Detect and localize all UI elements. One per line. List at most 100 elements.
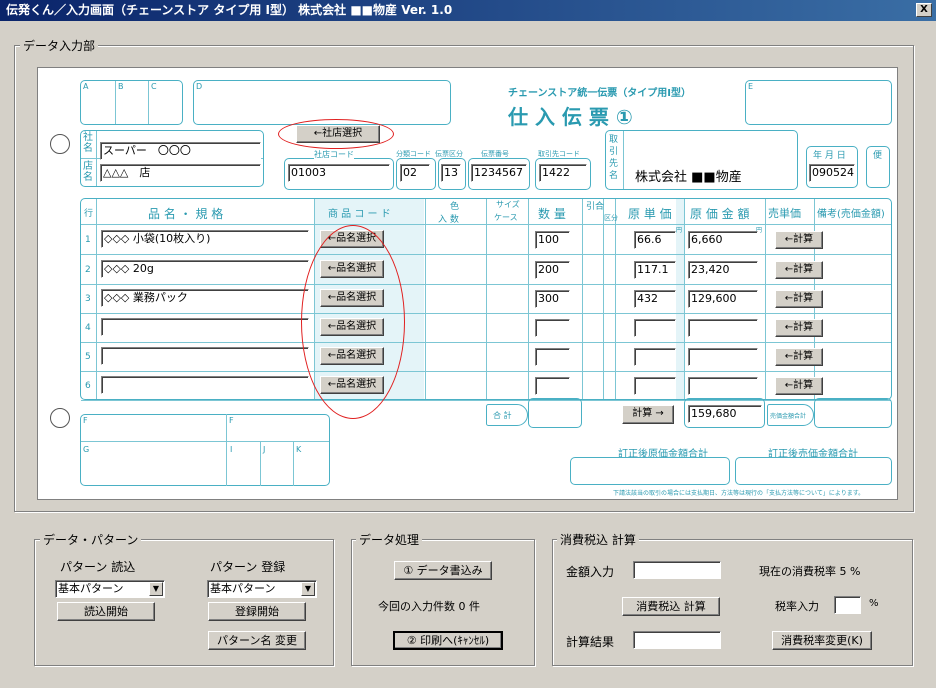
punch-hole-top	[50, 134, 70, 154]
item-name-field[interactable]	[101, 376, 309, 394]
cost-amount-field[interactable]	[688, 319, 758, 337]
total-amount-field[interactable]: 159,680	[688, 405, 762, 423]
highlight-oval-store-select	[278, 119, 394, 149]
class-code-label: 分類コード	[396, 150, 431, 158]
remarks-total-box	[814, 398, 892, 428]
col-code-header: 商 品 コ ー ド	[328, 209, 391, 220]
total-calc-button[interactable]: 計算 →	[622, 405, 674, 424]
col-color-header: 色	[450, 202, 460, 212]
quantity-field[interactable]: 300	[535, 290, 570, 308]
store-name-field[interactable]: △△△ 店	[100, 164, 261, 182]
box-abc	[80, 80, 183, 125]
date-label: 年 月 日	[813, 151, 846, 161]
chevron-down-icon[interactable]: ▼	[149, 582, 163, 596]
pattern-group-title: データ・パターン	[40, 531, 142, 548]
vendor-name: 株式会社 ■■物産	[635, 170, 742, 185]
item-name-field[interactable]: ◇◇◇ 業務パック	[101, 289, 309, 307]
rename-pattern-button[interactable]: パターン名 変更	[208, 631, 306, 650]
slip-form: A B C D E チェーンストア統一伝票（タイプ用Ⅰ型） 仕 入 伝 票 ① …	[37, 67, 898, 500]
row-calc-button[interactable]: ←計算	[775, 261, 823, 279]
row-number: 5	[85, 352, 91, 362]
row-number: 1	[85, 235, 91, 245]
quantity-field[interactable]	[535, 348, 570, 366]
row-number: 4	[85, 323, 91, 333]
vendor-code-label: 取引先コード	[538, 150, 580, 158]
load-start-button[interactable]: 読込開始	[57, 602, 155, 621]
item-name-field[interactable]	[101, 347, 309, 365]
cost-amount-field[interactable]: 6,660	[688, 231, 758, 249]
row-calc-button[interactable]: ←計算	[775, 290, 823, 308]
slip-class-field[interactable]: 13	[441, 164, 461, 182]
unit-cost-field[interactable]: 432	[634, 290, 676, 308]
amount-input-label: 金額入力	[566, 565, 615, 579]
box-f-label: F	[83, 416, 88, 425]
col-name-header: 品 名 ・ 規 格	[148, 207, 224, 221]
quantity-field[interactable]: 100	[535, 231, 570, 249]
unit-cost-field[interactable]: 117.1	[634, 261, 676, 279]
box-i-label: I	[230, 445, 233, 454]
unit-cost-field[interactable]: 66.6	[634, 231, 676, 249]
date-field[interactable]: 090524	[809, 164, 855, 182]
cost-amount-field[interactable]: 23,420	[688, 261, 758, 279]
vendor-label: 取引先名	[609, 135, 619, 181]
row-calc-button[interactable]: ←計算	[775, 231, 823, 249]
vendor-code-field[interactable]: 1422	[539, 164, 587, 182]
pattern-save-select[interactable]: 基本パターン ▼	[207, 580, 317, 598]
col-qty-header: 数 量	[538, 207, 566, 221]
pattern-save-selected: 基本パターン	[210, 582, 276, 595]
box-a-label: A	[83, 82, 89, 91]
corrected-cost-total-box	[570, 457, 730, 485]
slip-no-field[interactable]: 1234567	[471, 164, 527, 182]
quantity-field[interactable]	[535, 377, 570, 395]
box-k-label: K	[296, 445, 302, 454]
tax-rate-input-label: 税率入力	[775, 600, 819, 613]
quantity-field[interactable]	[535, 319, 570, 337]
title-bar: 伝発くん／入力画面（チェーンストア タイプ用 Ⅰ型） 株式会社 ■■物産 Ver…	[0, 0, 936, 21]
company-name-field[interactable]: スーパー 〇〇〇	[100, 142, 261, 160]
box-b-label: B	[118, 82, 124, 91]
company-label: 社名	[83, 132, 93, 154]
company-code-label: 社店コード	[314, 149, 354, 160]
amount-input-field[interactable]	[633, 561, 721, 579]
cost-amount-field[interactable]	[688, 348, 758, 366]
cost-amount-field[interactable]: 129,600	[688, 290, 758, 308]
item-name-field[interactable]	[101, 318, 309, 336]
pattern-load-select[interactable]: 基本パターン ▼	[55, 580, 165, 598]
total-qty-box	[528, 398, 582, 428]
print-button[interactable]: ② 印刷へ(ｷｬﾝｾﾙ)	[393, 631, 503, 650]
unit-cost-field[interactable]	[634, 348, 676, 366]
cost-amount-field[interactable]	[688, 377, 758, 395]
close-button[interactable]: X	[916, 3, 932, 17]
write-data-button[interactable]: ① データ書込み	[394, 561, 492, 580]
bin-label: 便	[873, 151, 883, 161]
tax-calc-button[interactable]: 消費税込 計算	[622, 597, 720, 616]
calc-result-field[interactable]	[633, 631, 721, 649]
row-number: 6	[85, 381, 91, 391]
item-name-field[interactable]: ◇◇◇ 小袋(10枚入り)	[101, 230, 309, 248]
tax-rate-input-field[interactable]	[834, 596, 861, 614]
data-input-group-title: データ入力部	[20, 37, 99, 54]
box-e-label: E	[748, 82, 754, 91]
unit-cost-field[interactable]	[634, 377, 676, 395]
row-calc-button[interactable]: ←計算	[775, 319, 823, 337]
company-code-field[interactable]: 01003	[288, 164, 390, 182]
col-line-header: 行	[84, 209, 94, 219]
sell-total-label: 売価金額合計	[770, 413, 807, 420]
col-sell-price-header: 売単価	[768, 207, 801, 220]
slip-title: 仕 入 伝 票 ①	[508, 105, 633, 129]
row-calc-button[interactable]: ←計算	[775, 348, 823, 366]
highlight-oval-item-select	[301, 225, 405, 419]
col-remarks-header: 備考(売価金額)	[817, 209, 885, 220]
chevron-down-icon[interactable]: ▼	[301, 582, 315, 596]
item-name-field[interactable]: ◇◇◇ 20g	[101, 260, 309, 278]
col-size-header: サイズ	[496, 200, 520, 209]
row-calc-button[interactable]: ←計算	[775, 377, 823, 395]
quantity-field[interactable]: 200	[535, 261, 570, 279]
punch-hole-bottom	[50, 408, 70, 428]
class-code-field[interactable]: 02	[400, 164, 430, 182]
box-d	[193, 80, 451, 125]
process-group-title: データ処理	[356, 531, 423, 548]
save-start-button[interactable]: 登録開始	[208, 602, 306, 621]
unit-cost-field[interactable]	[634, 319, 676, 337]
tax-rate-change-button[interactable]: 消費税率変更(K)	[772, 631, 872, 650]
